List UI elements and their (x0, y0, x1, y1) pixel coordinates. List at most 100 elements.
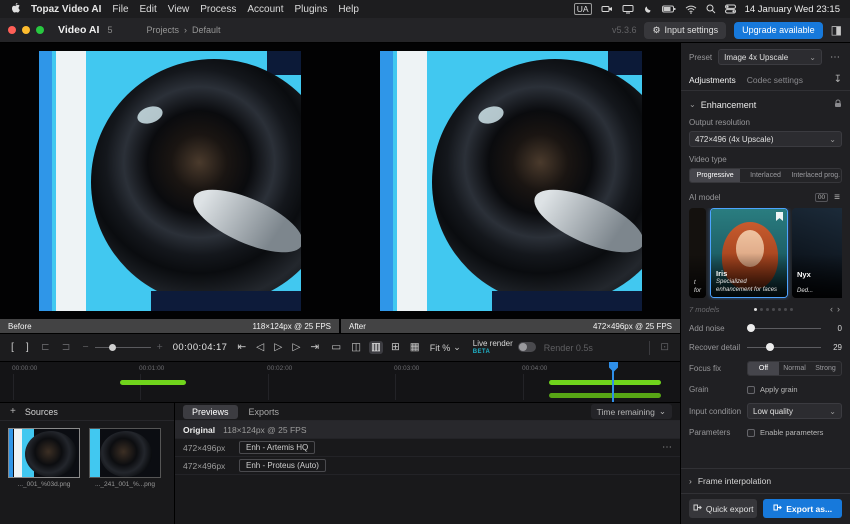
input-settings-button[interactable]: ⚙ Input settings (644, 22, 726, 39)
export-as-button[interactable]: Export as... (763, 499, 842, 518)
checkbox-box[interactable] (747, 386, 755, 394)
zoom-in-button[interactable]: + (155, 341, 165, 354)
live-render-toggle[interactable] (518, 342, 536, 352)
close-window-button[interactable] (8, 26, 16, 34)
tab-exports[interactable]: Exports (240, 405, 289, 419)
enhancement-section-header[interactable]: ⌄ Enhancement (689, 99, 842, 110)
fit-zoom-dropdown[interactable]: Fit % ⌄ (430, 342, 461, 353)
preview-range-segment[interactable] (120, 380, 186, 385)
zoom-slider[interactable] (95, 344, 151, 352)
playhead-handle[interactable] (609, 362, 618, 372)
trim-out-icon[interactable]: ⊐ (60, 341, 73, 354)
source-thumbnail[interactable] (89, 428, 161, 478)
video-type-progressive[interactable]: Progressive (690, 169, 740, 182)
moon-icon[interactable] (643, 4, 653, 14)
set-in-point-button[interactable]: [ (9, 341, 16, 354)
add-source-button[interactable]: + (8, 406, 18, 417)
tab-adjustments[interactable]: Adjustments (689, 75, 736, 85)
focus-fix-off[interactable]: Off (748, 362, 779, 375)
focus-fix-normal[interactable]: Normal (779, 362, 810, 375)
apply-grain-checkbox[interactable]: Apply grain (747, 385, 798, 394)
menu-clock[interactable]: 14 January Wed 23:15 (745, 4, 840, 15)
focus-fix-strong[interactable]: Strong (810, 362, 841, 375)
input-source-indicator[interactable]: UA (574, 3, 592, 15)
preview-range-segment[interactable] (549, 393, 661, 398)
trim-in-icon[interactable]: ⊏ (39, 341, 52, 354)
output-resolution-dropdown[interactable]: 472×496 (4x Upscale) ⌄ (689, 131, 842, 147)
tab-codec-settings[interactable]: Codec settings (747, 75, 803, 85)
preview-row-proteus[interactable]: 472×496px Enh - Proteus (Auto) (175, 457, 680, 475)
row-options-button[interactable]: ⋯ (662, 442, 672, 453)
fullscreen-icon[interactable]: ⊡ (658, 341, 671, 354)
quad-view-button[interactable]: ⊞ (389, 341, 402, 354)
video-type-interlaced[interactable]: Interlaced (740, 169, 790, 182)
before-image-area[interactable] (0, 43, 339, 319)
model-card-partial-left[interactable]: t for (689, 208, 706, 298)
save-preset-icon[interactable]: ↧ (834, 74, 842, 85)
time-remaining-dropdown[interactable]: Time remaining ⌄ (591, 404, 672, 419)
display-icon[interactable] (622, 4, 634, 14)
menu-app-name[interactable]: Topaz Video AI (31, 4, 101, 15)
previous-frame-button[interactable]: ◁ (254, 341, 266, 354)
recover-detail-slider[interactable] (747, 342, 821, 352)
breadcrumb-projects[interactable]: Projects (146, 25, 179, 35)
model-card-iris[interactable]: Iris Specialized enhancement for faces (710, 208, 788, 298)
minimize-window-button[interactable] (22, 26, 30, 34)
preview-row-original[interactable]: Original 118×124px @ 25 FPS (175, 421, 680, 439)
frame-interpolation-section[interactable]: › Frame interpolation (681, 468, 850, 493)
add-noise-slider[interactable] (747, 323, 821, 333)
zoom-out-button[interactable]: − (80, 341, 90, 354)
skip-to-start-button[interactable]: ⇤ (235, 341, 248, 354)
pagination-dot[interactable] (754, 308, 757, 311)
source-item[interactable]: ..._241_001_%...png (89, 428, 161, 488)
single-view-button[interactable]: ▭ (329, 341, 343, 354)
pagination-dot[interactable] (784, 308, 787, 311)
model-list-icon[interactable]: ≡ (832, 192, 842, 203)
source-item[interactable]: ..._001_%03d.png (8, 428, 80, 488)
split-view-button[interactable]: ◫ (349, 341, 363, 354)
video-type-interlaced-prog[interactable]: Interlaced prog. (791, 169, 841, 182)
play-button[interactable]: ▷ (272, 341, 284, 354)
pagination-dot[interactable] (790, 308, 793, 311)
pagination-dot[interactable] (772, 308, 775, 311)
preview-range-segment[interactable] (549, 380, 661, 385)
menu-item-plugins[interactable]: Plugins (295, 4, 328, 15)
menu-item-file[interactable]: File (112, 4, 128, 15)
after-image-area[interactable] (341, 43, 680, 319)
skip-to-end-button[interactable]: ⇥ (308, 341, 321, 354)
next-frame-button[interactable]: ▷ (290, 341, 302, 354)
breadcrumb-current[interactable]: Default (192, 25, 221, 35)
menu-item-process[interactable]: Process (200, 4, 236, 15)
pagination-dot[interactable] (778, 308, 781, 311)
menu-item-account[interactable]: Account (247, 4, 283, 15)
checkbox-box[interactable] (747, 429, 755, 437)
enable-parameters-checkbox[interactable]: Enable parameters (747, 428, 823, 437)
source-thumbnail[interactable] (8, 428, 80, 478)
slider-knob[interactable] (766, 343, 774, 351)
sidebar-toggle-icon[interactable]: ◨ (831, 23, 842, 37)
menu-item-help[interactable]: Help (338, 4, 359, 15)
compare-view-button[interactable]: ▦ (408, 341, 422, 354)
input-condition-dropdown[interactable]: Low quality ⌄ (747, 403, 842, 419)
timeline[interactable]: 00:00:00 00:01:00 00:02:00 00:03:00 00:0… (0, 361, 680, 402)
preset-dropdown[interactable]: Image 4x Upscale ⌄ (718, 49, 822, 65)
preview-row-artemis[interactable]: 472×496px Enh - Artemis HQ ⋯ (175, 439, 680, 457)
menu-item-edit[interactable]: Edit (140, 4, 157, 15)
quick-export-button[interactable]: Quick export (689, 499, 757, 518)
menu-item-view[interactable]: View (168, 4, 190, 15)
slider-knob[interactable] (747, 324, 755, 332)
tab-previews[interactable]: Previews (183, 405, 238, 419)
carousel-next-button[interactable]: › (835, 304, 842, 314)
camera-icon[interactable] (601, 4, 613, 14)
zoom-slider-knob[interactable] (109, 344, 116, 351)
pagination-dot[interactable] (760, 308, 763, 311)
battery-icon[interactable] (662, 5, 676, 13)
pagination-dot[interactable] (766, 308, 769, 311)
apple-logo-icon[interactable] (10, 2, 20, 17)
set-out-point-button[interactable]: ] (24, 341, 31, 354)
model-card-nyx[interactable]: Nyx Ded... (792, 208, 842, 298)
control-center-icon[interactable] (725, 4, 736, 14)
zoom-window-button[interactable] (36, 26, 44, 34)
upgrade-available-button[interactable]: Upgrade available (734, 22, 823, 39)
side-by-side-view-button[interactable]: ▥ (369, 341, 383, 354)
